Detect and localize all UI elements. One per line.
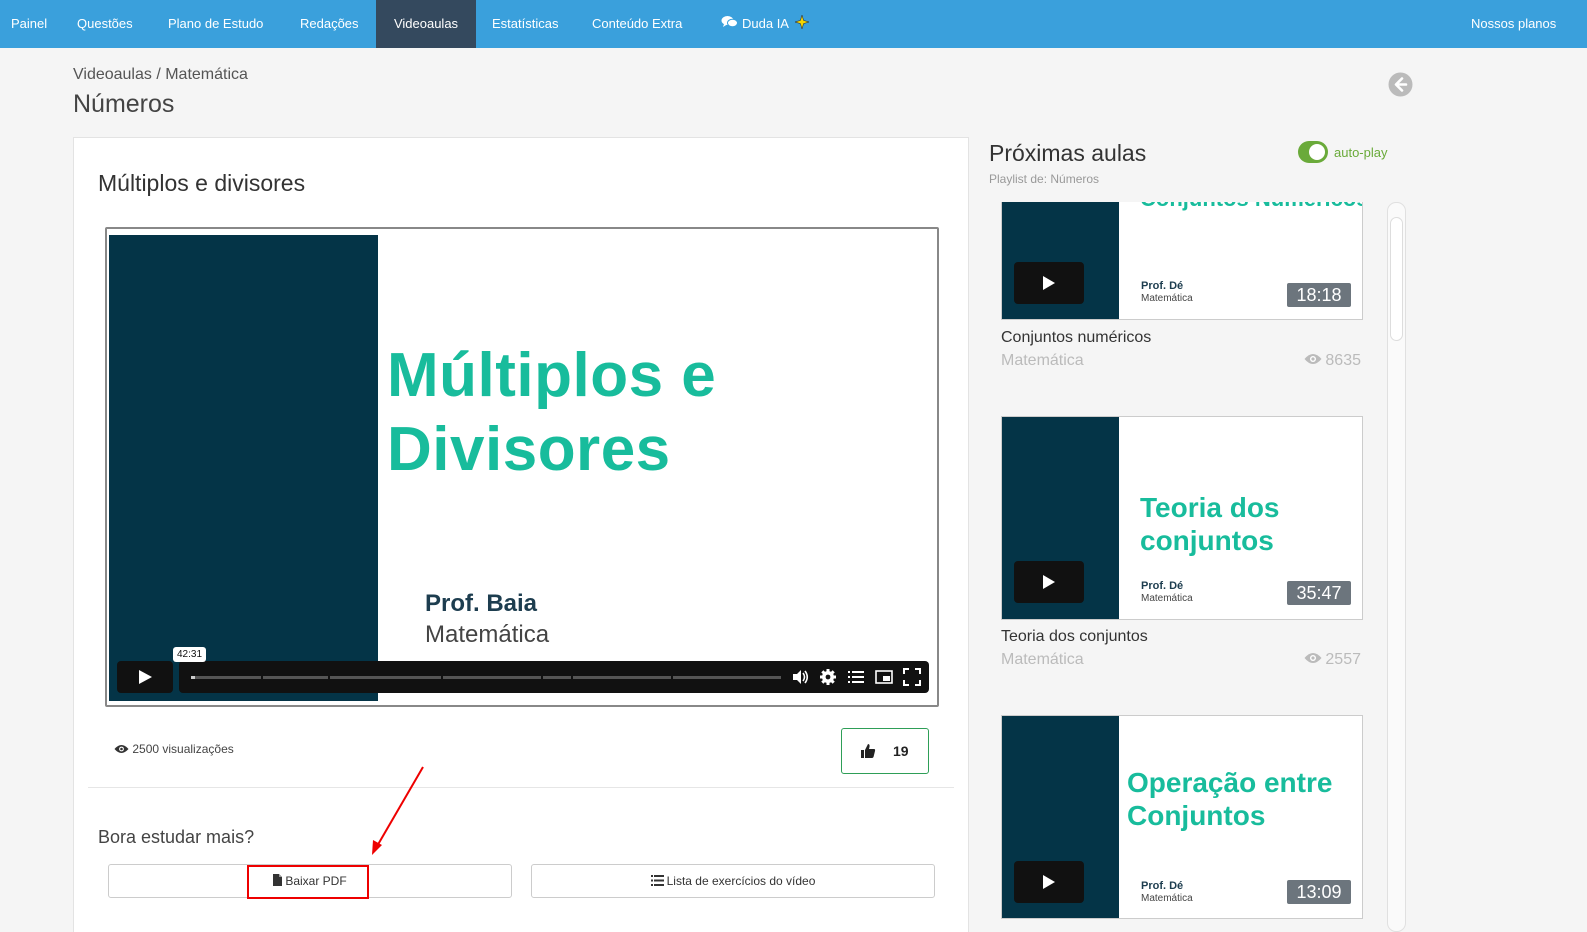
nav-item-conteudo-extra[interactable]: Conteúdo Extra (592, 0, 682, 48)
duration-badge: 35:47 (1287, 581, 1351, 605)
play-icon (1043, 875, 1055, 889)
playlist-item-view-count: 8635 (1325, 352, 1361, 370)
highlight-annotation-box (247, 865, 369, 899)
playlist-thumbnail[interactable]: Teoria dos conjuntos Prof. Dé Matemática… (1001, 416, 1363, 620)
slide-subject: Matemática (425, 621, 550, 648)
sparkle-icon (793, 1, 810, 49)
thumbnail-subject: Matemática (1141, 293, 1193, 304)
thumbnail-title-line2: Conjuntos (1127, 800, 1266, 831)
like-count: 19 (893, 743, 909, 759)
playlist-item-subject: Matemática (1001, 352, 1084, 369)
thumbnail-title-line2: conjuntos (1140, 525, 1274, 556)
exercise-list-label: Lista de exercícios do vídeo (666, 874, 816, 888)
view-count: 2500 visualizações (114, 742, 234, 757)
divider (88, 787, 954, 788)
page-title: Números (73, 90, 175, 118)
settings-gear-icon[interactable] (819, 668, 837, 686)
picture-in-picture-icon[interactable] (875, 668, 893, 686)
thumbnail-professor: Prof. Dé (1141, 280, 1184, 292)
playlist-item-views: 2557 (1304, 651, 1361, 669)
slide-title-line2: Divisores (387, 415, 671, 484)
top-navbar: Painel Questões Plano de Estudo Redações… (0, 0, 1587, 48)
nav-item-plano-de-estudo[interactable]: Plano de Estudo (168, 0, 263, 48)
fullscreen-icon[interactable] (903, 668, 921, 686)
eye-icon (1304, 651, 1322, 669)
eye-icon (114, 743, 129, 757)
thumbnail-title-line1: Teoria dos (1140, 492, 1280, 523)
playlist-item-subject: Matemática (1001, 651, 1084, 668)
playlist-subtitle: Playlist de: Números (989, 172, 1100, 186)
thumbnail-title: Conjuntos Numéricos (1140, 202, 1362, 215)
duration-badge: 13:09 (1287, 880, 1351, 904)
playlist-thumbnail[interactable]: Conjuntos Numéricos Prof. Dé Matemática … (1001, 202, 1363, 320)
like-button[interactable]: 19 (841, 728, 929, 774)
player-controls: 42:31 (117, 647, 929, 693)
list-icon (650, 866, 664, 898)
thumbnail-play-button[interactable] (1014, 262, 1084, 304)
nav-item-duda-ia[interactable]: Duda IA (721, 0, 813, 48)
chat-bubbles-icon (721, 1, 738, 49)
playlist-thumbnail[interactable]: Operação entre Conjuntos Prof. Dé Matemá… (1001, 715, 1363, 919)
thumbnail-professor: Prof. Dé (1141, 580, 1184, 592)
playlist-item[interactable]: Conjuntos Numéricos Prof. Dé Matemática … (1001, 202, 1363, 369)
chapters-list-icon[interactable] (847, 668, 865, 686)
nav-item-painel[interactable]: Painel (11, 0, 47, 48)
back-arrow-icon[interactable] (1388, 72, 1413, 97)
slide-title: Múltiplos e Divisores (387, 339, 927, 487)
autoplay-label: auto-play (1334, 145, 1388, 160)
eye-icon (1304, 352, 1322, 370)
nav-link-nossos-planos[interactable]: Nossos planos (1471, 0, 1556, 48)
thumbnail-title: Teoria dos conjuntos (1140, 491, 1280, 557)
progress-bar[interactable] (191, 676, 781, 679)
video-player[interactable]: Múltiplos e Divisores Prof. Baia Matemát… (105, 227, 939, 707)
video-frame[interactable]: Múltiplos e Divisores Prof. Baia Matemát… (109, 235, 935, 701)
play-icon (139, 670, 152, 684)
exercise-list-button[interactable]: Lista de exercícios do vídeo (531, 864, 935, 898)
playlist: Conjuntos Numéricos Prof. Dé Matemática … (989, 202, 1379, 932)
view-count-text: 2500 visualizações (132, 742, 234, 756)
duration-badge: 18:18 (1287, 283, 1351, 307)
slide-professor: Prof. Baia (425, 590, 538, 617)
thumbnail-play-button[interactable] (1014, 861, 1084, 903)
thumbnail-title: Operação entre Conjuntos (1127, 766, 1332, 832)
nav-item-videoaulas[interactable]: Videoaulas (376, 0, 476, 48)
study-more-heading: Bora estudar mais? (98, 827, 255, 847)
nav-item-questoes[interactable]: Questões (77, 0, 133, 48)
playlist-item[interactable]: Operação entre Conjuntos Prof. Dé Matemá… (1001, 715, 1363, 919)
thumbnail-title-line1: Operação entre (1127, 767, 1333, 798)
nav-item-redacoes[interactable]: Redações (300, 0, 359, 48)
volume-icon[interactable] (791, 668, 809, 686)
play-icon (1043, 575, 1055, 589)
playlist-item-view-count: 2557 (1325, 651, 1361, 669)
lesson-title: Múltiplos e divisores (98, 170, 306, 196)
lesson-card: Múltiplos e divisores Múltiplos e Diviso… (73, 137, 969, 932)
slide-title-line1: Múltiplos e (387, 341, 717, 410)
thumbnail-professor: Prof. Dé (1141, 880, 1184, 892)
next-lessons-title: Próximas aulas (989, 140, 1147, 166)
thumbnail-play-button[interactable] (1014, 561, 1084, 603)
control-bar: 42:31 (173, 647, 929, 693)
autoplay-toggle[interactable] (1298, 141, 1328, 163)
breadcrumb[interactable]: Videoaulas / Matemática (73, 66, 248, 84)
playlist-item[interactable]: Teoria dos conjuntos Prof. Dé Matemática… (1001, 416, 1363, 668)
playlist-scrollbar[interactable] (1387, 202, 1406, 932)
thumbnail-subject: Matemática (1141, 893, 1193, 904)
thumbnail-subject: Matemática (1141, 593, 1193, 604)
nav-item-duda-ia-label: Duda IA (742, 16, 789, 31)
scrollbar-thumb[interactable] (1390, 217, 1403, 341)
playlist-item-views: 8635 (1304, 352, 1361, 370)
time-tooltip: 42:31 (173, 647, 207, 662)
playlist-item-title[interactable]: Teoria dos conjuntos (1001, 628, 1148, 646)
nav-item-estatisticas[interactable]: Estatísticas (492, 0, 558, 48)
play-button[interactable] (117, 661, 173, 693)
thumbs-up-icon (860, 743, 876, 764)
slide-dark-panel (109, 235, 378, 701)
annotation-arrow-icon (372, 766, 424, 855)
play-icon (1043, 276, 1055, 290)
playlist-item-title[interactable]: Conjuntos numéricos (1001, 329, 1151, 347)
